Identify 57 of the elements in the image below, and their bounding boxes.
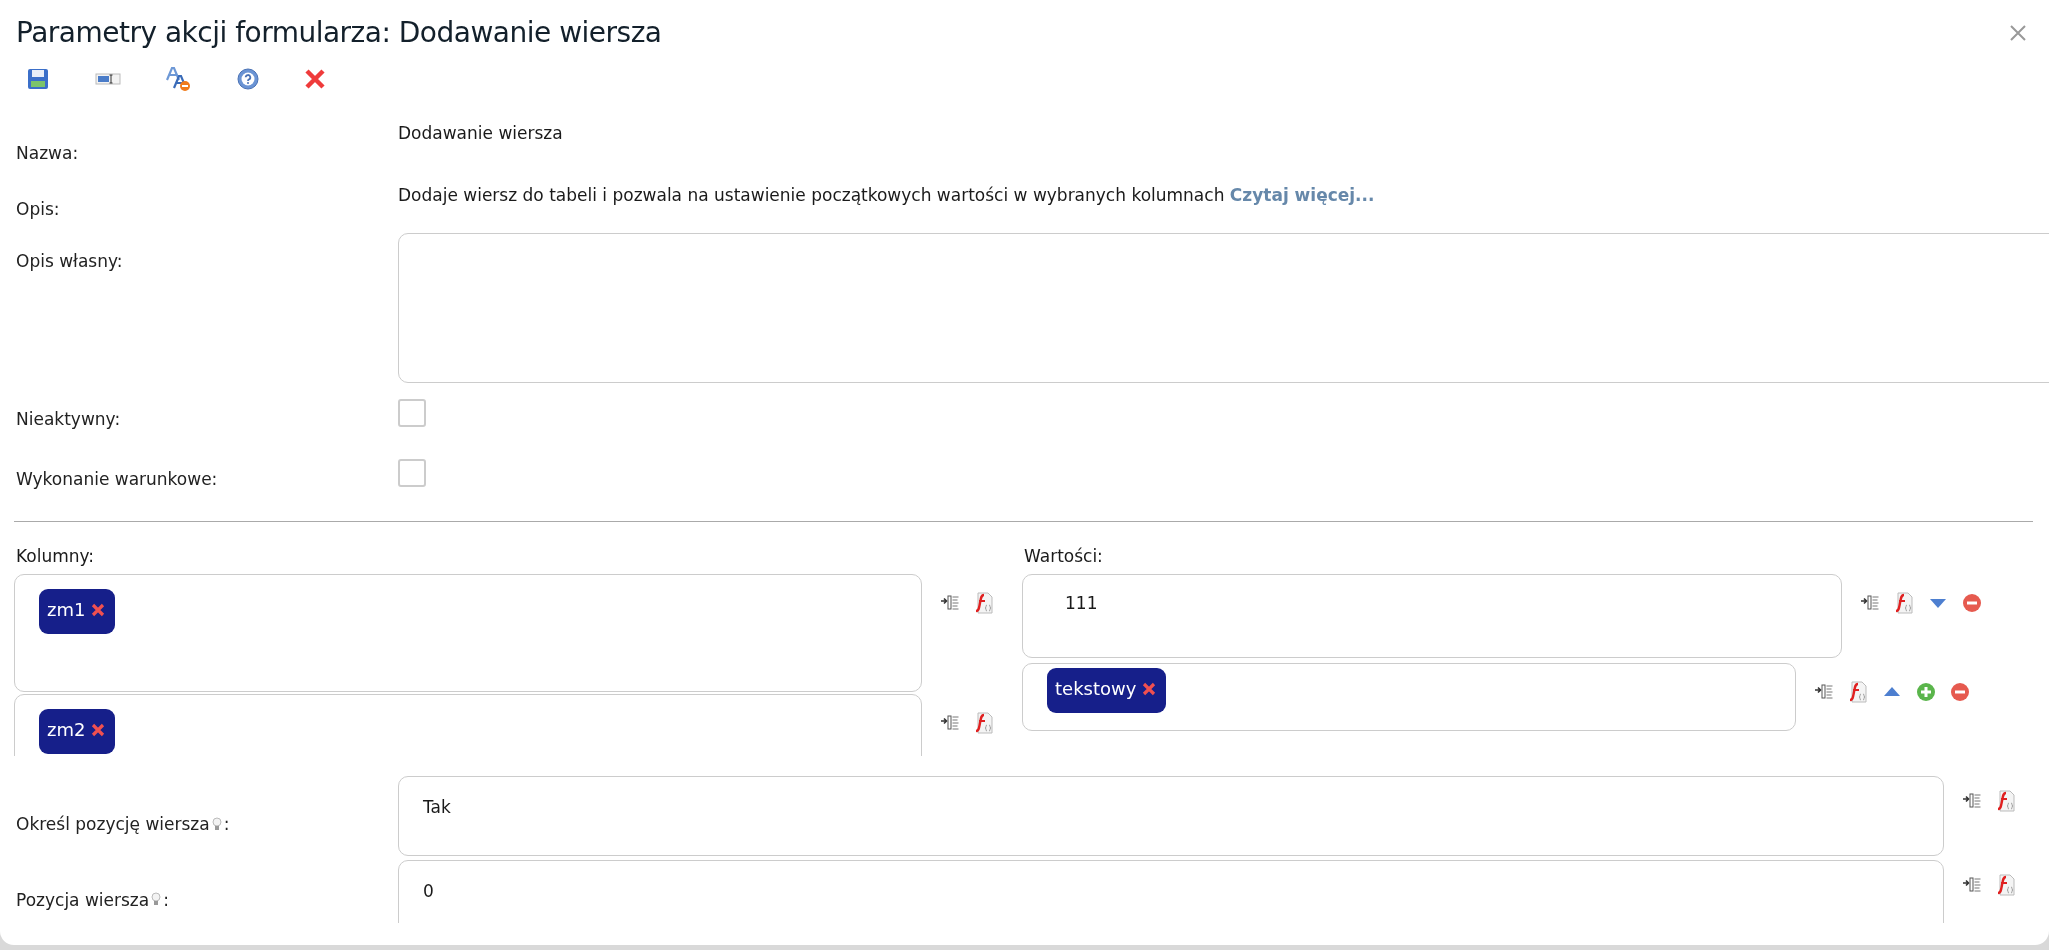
move-down-icon[interactable] (1928, 596, 1948, 610)
window-title: Parametry akcji formularza: Dodawanie wiersza (16, 16, 662, 49)
field-value: Tak (423, 797, 451, 817)
section-label: Wartości: (1023, 545, 1104, 568)
insert-icon[interactable] (1814, 682, 1834, 702)
function-icon[interactable] (1848, 681, 1868, 703)
remove-icon[interactable] (91, 722, 106, 737)
delete-icon[interactable] (304, 68, 326, 90)
save-icon[interactable] (26, 67, 50, 91)
field-label: Nazwa: (16, 142, 80, 165)
help-icon[interactable] (237, 68, 259, 90)
tag-chip[interactable]: zm1 (39, 589, 116, 634)
checkbox[interactable] (398, 399, 426, 427)
insert-icon[interactable] (1962, 791, 1982, 811)
field-value: 111 (1065, 593, 1098, 613)
field-label: Pozycja wiersza (16, 889, 150, 910)
insert-icon[interactable] (1962, 875, 1982, 895)
function-icon[interactable] (1996, 790, 2016, 812)
insert-icon[interactable] (940, 593, 960, 613)
tag-field[interactable]: zm2 (14, 694, 922, 756)
value-field[interactable]: Tak (398, 776, 1944, 856)
lightbulb-icon (211, 816, 222, 832)
function-icon[interactable] (974, 712, 994, 734)
tag-chip[interactable]: tekstowy (1047, 668, 1167, 713)
add-icon[interactable] (1916, 682, 1936, 702)
tag-field[interactable]: tekstowy (1022, 663, 1796, 731)
checkbox[interactable] (398, 459, 426, 487)
lightbulb-icon (151, 892, 162, 907)
label-colon: : (163, 889, 169, 910)
remove-icon[interactable] (91, 602, 106, 617)
tag-chip[interactable]: zm2 (39, 709, 116, 754)
field-label: Nieaktywny: (16, 408, 122, 431)
close-icon[interactable] (2009, 23, 2027, 42)
value-field[interactable]: 111 (1022, 574, 1842, 658)
tag-field[interactable]: zm1 (14, 574, 922, 692)
description-text: Dodaje wiersz do tabeli i pozwala na ustawienie początkowych wartości w wybranych kolumnach (398, 185, 1225, 205)
remove-icon[interactable] (1962, 593, 1982, 613)
field-value: 0 (423, 881, 434, 901)
translate-icon[interactable] (166, 66, 192, 92)
insert-icon[interactable] (940, 713, 960, 733)
field-label: Wykonanie warunkowe: (16, 468, 219, 491)
field-label: Opis: (16, 198, 61, 221)
insert-icon[interactable] (1860, 593, 1880, 613)
remove-icon[interactable] (1142, 681, 1157, 696)
value-field[interactable]: 0 (398, 860, 1944, 923)
move-up-icon[interactable] (1882, 685, 1902, 699)
remove-icon[interactable] (1950, 682, 1970, 702)
field-label: Określ pozycję wiersza (16, 814, 210, 834)
name-value: Dodawanie wiersza (398, 123, 564, 145)
function-icon[interactable] (1894, 592, 1914, 614)
function-icon[interactable] (974, 592, 994, 614)
section-label: Kolumny: (15, 545, 96, 568)
text-field-icon[interactable] (95, 72, 121, 86)
label-colon: : (223, 814, 230, 834)
read-more-link[interactable]: Czytaj więcej... (1229, 185, 1375, 205)
field-label: Opis własny: (16, 250, 124, 273)
function-icon[interactable] (1996, 874, 2016, 896)
